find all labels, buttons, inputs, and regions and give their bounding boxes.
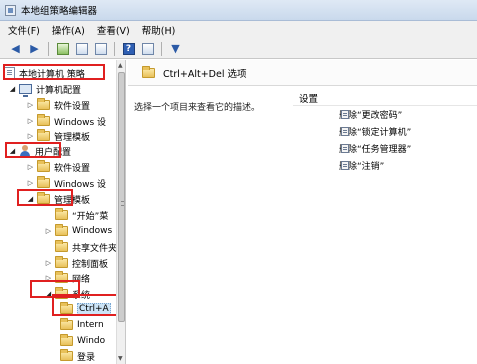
forward-arrow-icon[interactable]: ▶	[27, 41, 42, 56]
tree-item-network[interactable]: ▷ 网络	[44, 270, 90, 286]
folder-icon	[60, 334, 73, 346]
folder-icon	[55, 287, 68, 299]
menu-bar: 文件(F) 操作(A) 查看(V) 帮助(H)	[0, 21, 477, 39]
folder-icon	[37, 160, 50, 172]
folder-icon	[55, 208, 68, 220]
up-folder-icon[interactable]	[55, 41, 70, 56]
back-arrow-icon[interactable]: ◀	[8, 41, 23, 56]
setting-remove-logoff[interactable]: 删除“注销”	[293, 157, 477, 174]
settings-column-header[interactable]: 设置	[293, 90, 477, 106]
setting-remove-lock-computer[interactable]: 删除“锁定计算机”	[293, 123, 477, 140]
scrollbar-grip	[121, 201, 124, 206]
policy-setting-icon	[341, 144, 349, 153]
user-icon	[19, 145, 31, 157]
show-hide-tree-icon[interactable]	[74, 41, 89, 56]
menu-action[interactable]: 操作(A)	[52, 23, 85, 37]
folder-icon	[142, 65, 155, 78]
export-list-icon[interactable]	[93, 41, 108, 56]
toolbar-separator	[114, 41, 115, 56]
setting-remove-task-manager[interactable]: 删除“任务管理器”	[293, 140, 477, 157]
tree-item-software-settings[interactable]: ▷ 软件设置	[26, 97, 90, 113]
help-icon[interactable]: ?	[121, 41, 136, 56]
tree-item-windows-components[interactable]: ▷ Windows	[44, 223, 112, 239]
policy-setting-icon	[341, 127, 349, 136]
tree-item-user-admin-templates[interactable]: ◢ 管理模板	[26, 191, 90, 207]
folder-icon	[37, 192, 50, 204]
details-header: Ctrl+Alt+Del 选项	[128, 60, 477, 86]
expanded-arrow-icon[interactable]: ◢	[44, 290, 53, 298]
collapsed-arrow-icon[interactable]: ▷	[26, 179, 35, 187]
policy-setting-icon	[341, 110, 349, 119]
title-bar: 本地组策略编辑器	[0, 0, 477, 21]
tree-item-user-software-settings[interactable]: ▷ 软件设置	[26, 159, 90, 175]
tree-item-start-menu[interactable]: “开始”菜	[44, 207, 108, 223]
tree-item-system[interactable]: ◢ 系统	[44, 286, 90, 302]
tree-item-root[interactable]: 本地计算机 策略	[2, 65, 85, 81]
expanded-arrow-icon[interactable]: ◢	[8, 147, 17, 155]
folder-icon	[55, 224, 68, 236]
folder-icon	[37, 98, 50, 110]
tree-item-control-panel[interactable]: ▷ 控制面板	[44, 255, 108, 271]
collapsed-arrow-icon[interactable]: ▷	[44, 227, 53, 235]
tree-item-user-config[interactable]: ◢ 用户配置	[8, 143, 71, 159]
app-icon	[5, 4, 16, 16]
tree-item-internet[interactable]: Intern	[58, 317, 104, 333]
tree-scrollbar[interactable]: ▲ ▼	[116, 60, 125, 364]
collapsed-arrow-icon[interactable]: ▷	[44, 259, 53, 267]
folder-icon	[60, 302, 73, 314]
scroll-up-icon[interactable]: ▲	[118, 62, 123, 69]
folder-icon	[55, 240, 68, 252]
tree-item-user-windows-settings[interactable]: ▷ Windows 设	[26, 175, 106, 191]
folder-icon	[37, 129, 50, 141]
menu-help[interactable]: 帮助(H)	[142, 23, 176, 37]
tree-item-admin-templates[interactable]: ▷ 管理模板	[26, 128, 90, 144]
expanded-arrow-icon[interactable]: ◢	[26, 195, 35, 203]
collapsed-arrow-icon[interactable]: ▷	[26, 101, 35, 109]
menu-view[interactable]: 查看(V)	[97, 23, 130, 37]
folder-icon	[37, 114, 50, 126]
toolbar-separator	[161, 41, 162, 56]
tree-item-shared-folders[interactable]: 共享文件夹	[44, 239, 117, 255]
collapsed-arrow-icon[interactable]: ▷	[44, 274, 53, 282]
folder-icon	[55, 271, 68, 283]
folder-icon	[37, 176, 50, 188]
setting-remove-change-password[interactable]: 删除“更改密码”	[293, 106, 477, 123]
details-pane: Ctrl+Alt+Del 选项 选择一个项目来查看它的描述。 设置 删除“更改密…	[128, 60, 477, 364]
policy-document-icon	[4, 67, 15, 79]
folder-icon	[60, 318, 73, 330]
tree-pane: 本地计算机 策略 ◢ 计算机配置 ▷ 软件设置 ▷ Windows 设 ▷ 管理…	[0, 60, 126, 364]
tree-item-windows-sub[interactable]: Windo	[58, 333, 105, 349]
collapsed-arrow-icon[interactable]: ▷	[26, 117, 35, 125]
expanded-arrow-icon[interactable]: ◢	[8, 85, 17, 93]
properties-icon[interactable]	[140, 41, 155, 56]
scroll-down-icon[interactable]: ▼	[118, 355, 123, 362]
settings-list: 设置 删除“更改密码” 删除“锁定计算机” 删除“任务管理器” 删除“注销”	[293, 90, 477, 174]
collapsed-arrow-icon[interactable]: ▷	[26, 132, 35, 140]
policy-setting-icon	[341, 161, 349, 170]
filter-icon[interactable]: ▼	[168, 41, 183, 56]
folder-icon	[60, 349, 73, 361]
scrollbar-thumb[interactable]	[118, 72, 125, 322]
tree-item-windows-settings[interactable]: ▷ Windows 设	[26, 113, 106, 129]
toolbar-separator	[48, 41, 49, 56]
computer-icon	[19, 84, 32, 97]
window-title: 本地组策略编辑器	[21, 6, 98, 17]
collapsed-arrow-icon[interactable]: ▷	[26, 163, 35, 171]
folder-icon	[55, 256, 68, 268]
tree-item-computer-config[interactable]: ◢ 计算机配置	[8, 81, 81, 97]
tree-item-ctrl-alt-del[interactable]: Ctrl+A	[58, 301, 111, 317]
details-title: Ctrl+Alt+Del 选项	[163, 68, 247, 80]
menu-file[interactable]: 文件(F)	[8, 23, 40, 37]
toolbar: ◀ ▶ ? ▼	[0, 39, 477, 59]
tree-item-logon[interactable]: 登录	[58, 348, 95, 364]
description-text: 选择一个项目来查看它的描述。	[134, 103, 261, 113]
